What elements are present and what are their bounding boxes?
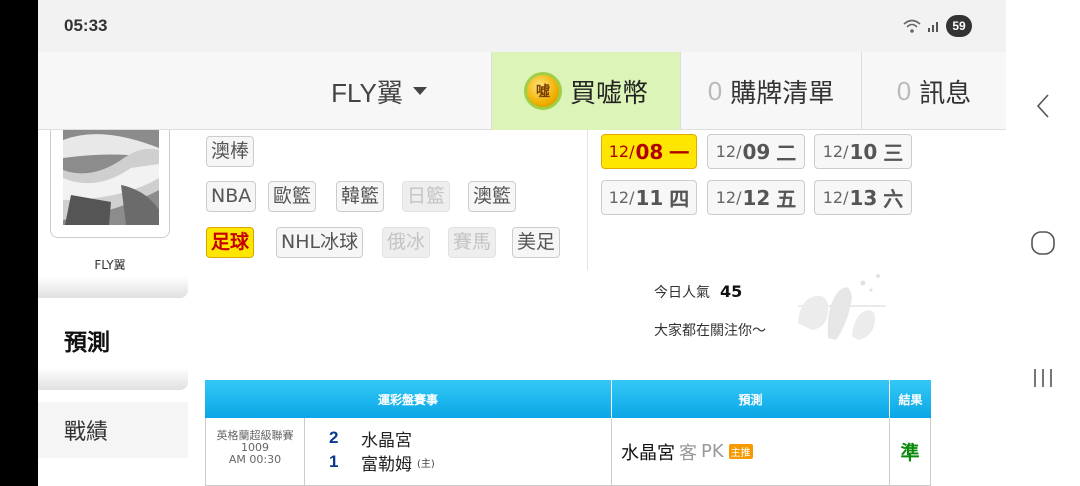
prediction-table: 運彩盤賽事 預測 結果 英格蘭超級聯賽 1009 AM 00:30 2 水晶宮 … — [205, 380, 931, 486]
date-button[interactable]: 12/12 五 — [707, 180, 805, 215]
header-event: 運彩盤賽事 — [205, 380, 612, 418]
team-row-away: 2 水晶宮 — [329, 426, 611, 451]
date-month: 12/ — [715, 142, 742, 161]
sport-chip[interactable]: 足球 — [206, 227, 255, 258]
message-count: 0 — [896, 75, 912, 106]
sport-chip: 俄冰 — [382, 227, 431, 258]
pick-type: PK — [701, 441, 724, 462]
date-day: 09 — [742, 139, 771, 164]
sidebar-shadow — [38, 276, 188, 298]
caret-down-icon — [412, 87, 427, 95]
date-day: 08 — [635, 139, 664, 164]
date-weekday: 六 — [883, 187, 904, 211]
status-bar: 05:33 59 — [38, 0, 1006, 52]
sidebar-item-predict[interactable]: 預測 — [38, 312, 188, 368]
date-button[interactable]: 12/10 三 — [814, 134, 912, 169]
cell-teams: 2 水晶宮 1 富勒姆 (主) — [305, 418, 612, 486]
date-day: 11 — [635, 185, 664, 210]
cell-result: 準 — [890, 418, 931, 486]
header-result: 結果 — [890, 380, 931, 418]
pick-side: 客 — [679, 442, 697, 464]
date-month: 12/ — [822, 142, 849, 161]
date-weekday: 一 — [669, 141, 690, 165]
sidebar-item-record[interactable]: 戰績 — [38, 402, 188, 458]
sport-chip[interactable]: NHL冰球 — [276, 227, 364, 258]
user-avatar[interactable] — [50, 130, 170, 238]
back-chevron-icon — [1036, 94, 1049, 118]
back-button[interactable] — [1026, 89, 1060, 123]
date-weekday: 二 — [776, 141, 797, 165]
status-icons: 59 — [902, 15, 972, 37]
sport-chip[interactable]: 澳籃 — [468, 181, 517, 212]
sport-chip[interactable]: 歐籃 — [268, 181, 317, 212]
section-divider — [587, 130, 588, 270]
sport-chip: 日籃 — [402, 181, 451, 212]
user-name: FLY翼 — [331, 77, 403, 108]
date-button[interactable]: 12/11 四 — [601, 180, 697, 215]
home-circle-icon — [1031, 231, 1055, 255]
game-time: AM 00:30 — [228, 453, 282, 466]
status-time: 05:33 — [64, 16, 108, 35]
sidebar-item-label: 預測 — [64, 330, 110, 356]
featured-pick-badge: 主推 — [728, 444, 753, 459]
sidebar-shadow — [38, 368, 188, 390]
popularity-label: 今日人氣 — [654, 285, 710, 301]
signal-icon — [928, 22, 938, 32]
date-weekday: 四 — [669, 187, 690, 211]
team-name: 水晶宮 — [361, 430, 412, 451]
purchase-list-button[interactable]: 0 購牌清單 — [681, 52, 861, 130]
follow-text: 大家都在關注你～ — [654, 323, 766, 339]
date-day: 13 — [849, 185, 878, 210]
coin-icon: 噓 — [523, 72, 562, 110]
date-weekday: 三 — [883, 141, 904, 165]
date-day: 12 — [742, 185, 771, 210]
cart-count: 0 — [707, 75, 723, 106]
team-name: 富勒姆 — [361, 454, 412, 475]
recents-button[interactable] — [1026, 361, 1060, 395]
date-weekday: 五 — [776, 187, 797, 211]
cell-league: 英格蘭超級聯賽 1009 AM 00:30 — [205, 418, 305, 486]
decorative-figure-icon — [798, 274, 886, 340]
messages-label: 訊息 — [919, 78, 972, 109]
sport-filter: 澳棒 NBA 歐籃 韓籃 日籃 澳籃足球 NHL冰球 俄冰 賽馬 美足 — [206, 130, 606, 270]
date-day: 10 — [849, 139, 878, 164]
date-month: 12/ — [822, 188, 849, 207]
date-month: 12/ — [608, 188, 635, 207]
sidebar-item-label: 戰績 — [64, 420, 109, 445]
date-button[interactable]: 12/08 一 — [601, 134, 697, 169]
user-menu-button[interactable]: FLY翼 — [267, 52, 491, 130]
cart-label: 購牌清單 — [730, 78, 835, 109]
popularity: 今日人氣 45 — [654, 282, 742, 302]
popularity-count: 45 — [720, 282, 743, 301]
buy-coins-button[interactable]: 噓 買嘘幣 — [492, 52, 680, 130]
buy-coins-label: 買嘘幣 — [569, 78, 648, 109]
date-button[interactable]: 12/09 二 — [707, 134, 805, 169]
pick-team: 水晶宮 — [621, 442, 675, 464]
date-month: 12/ — [608, 142, 635, 161]
cell-prediction[interactable]: 水晶宮 客 PK 主推 — [612, 418, 890, 486]
app-window: 05:33 59 FLY翼 噓 買嘘幣 0 購牌清單 0 訊息 FLY翼 預測 … — [38, 0, 1006, 486]
avatar-image — [51, 130, 169, 237]
sidebar: FLY翼 預測 戰績 — [38, 130, 198, 486]
team-row-home: 1 富勒姆 (主) — [329, 450, 611, 475]
sport-chip[interactable]: 韓籃 — [336, 181, 385, 212]
messages-button[interactable]: 0 訊息 — [862, 52, 1006, 130]
team-score: 2 — [329, 428, 339, 447]
date-button[interactable]: 12/13 六 — [814, 180, 912, 215]
date-month: 12/ — [715, 188, 742, 207]
sport-chip[interactable]: NBA — [206, 181, 257, 212]
home-tag: (主) — [417, 458, 435, 470]
android-navigation-bar — [1006, 0, 1080, 486]
battery-icon: 59 — [946, 15, 972, 37]
sport-chip[interactable]: 澳棒 — [206, 136, 255, 167]
wifi-icon — [903, 19, 921, 33]
avatar-name: FLY翼 — [94, 258, 126, 272]
header-prediction: 預測 — [612, 380, 890, 418]
top-navigation: FLY翼 噓 買嘘幣 0 購牌清單 0 訊息 — [38, 52, 1006, 130]
recents-icon — [1034, 369, 1052, 387]
team-score: 1 — [329, 452, 339, 471]
sport-chip[interactable]: 美足 — [512, 227, 561, 258]
sport-chip: 賽馬 — [448, 227, 497, 258]
home-button[interactable] — [1026, 226, 1060, 260]
